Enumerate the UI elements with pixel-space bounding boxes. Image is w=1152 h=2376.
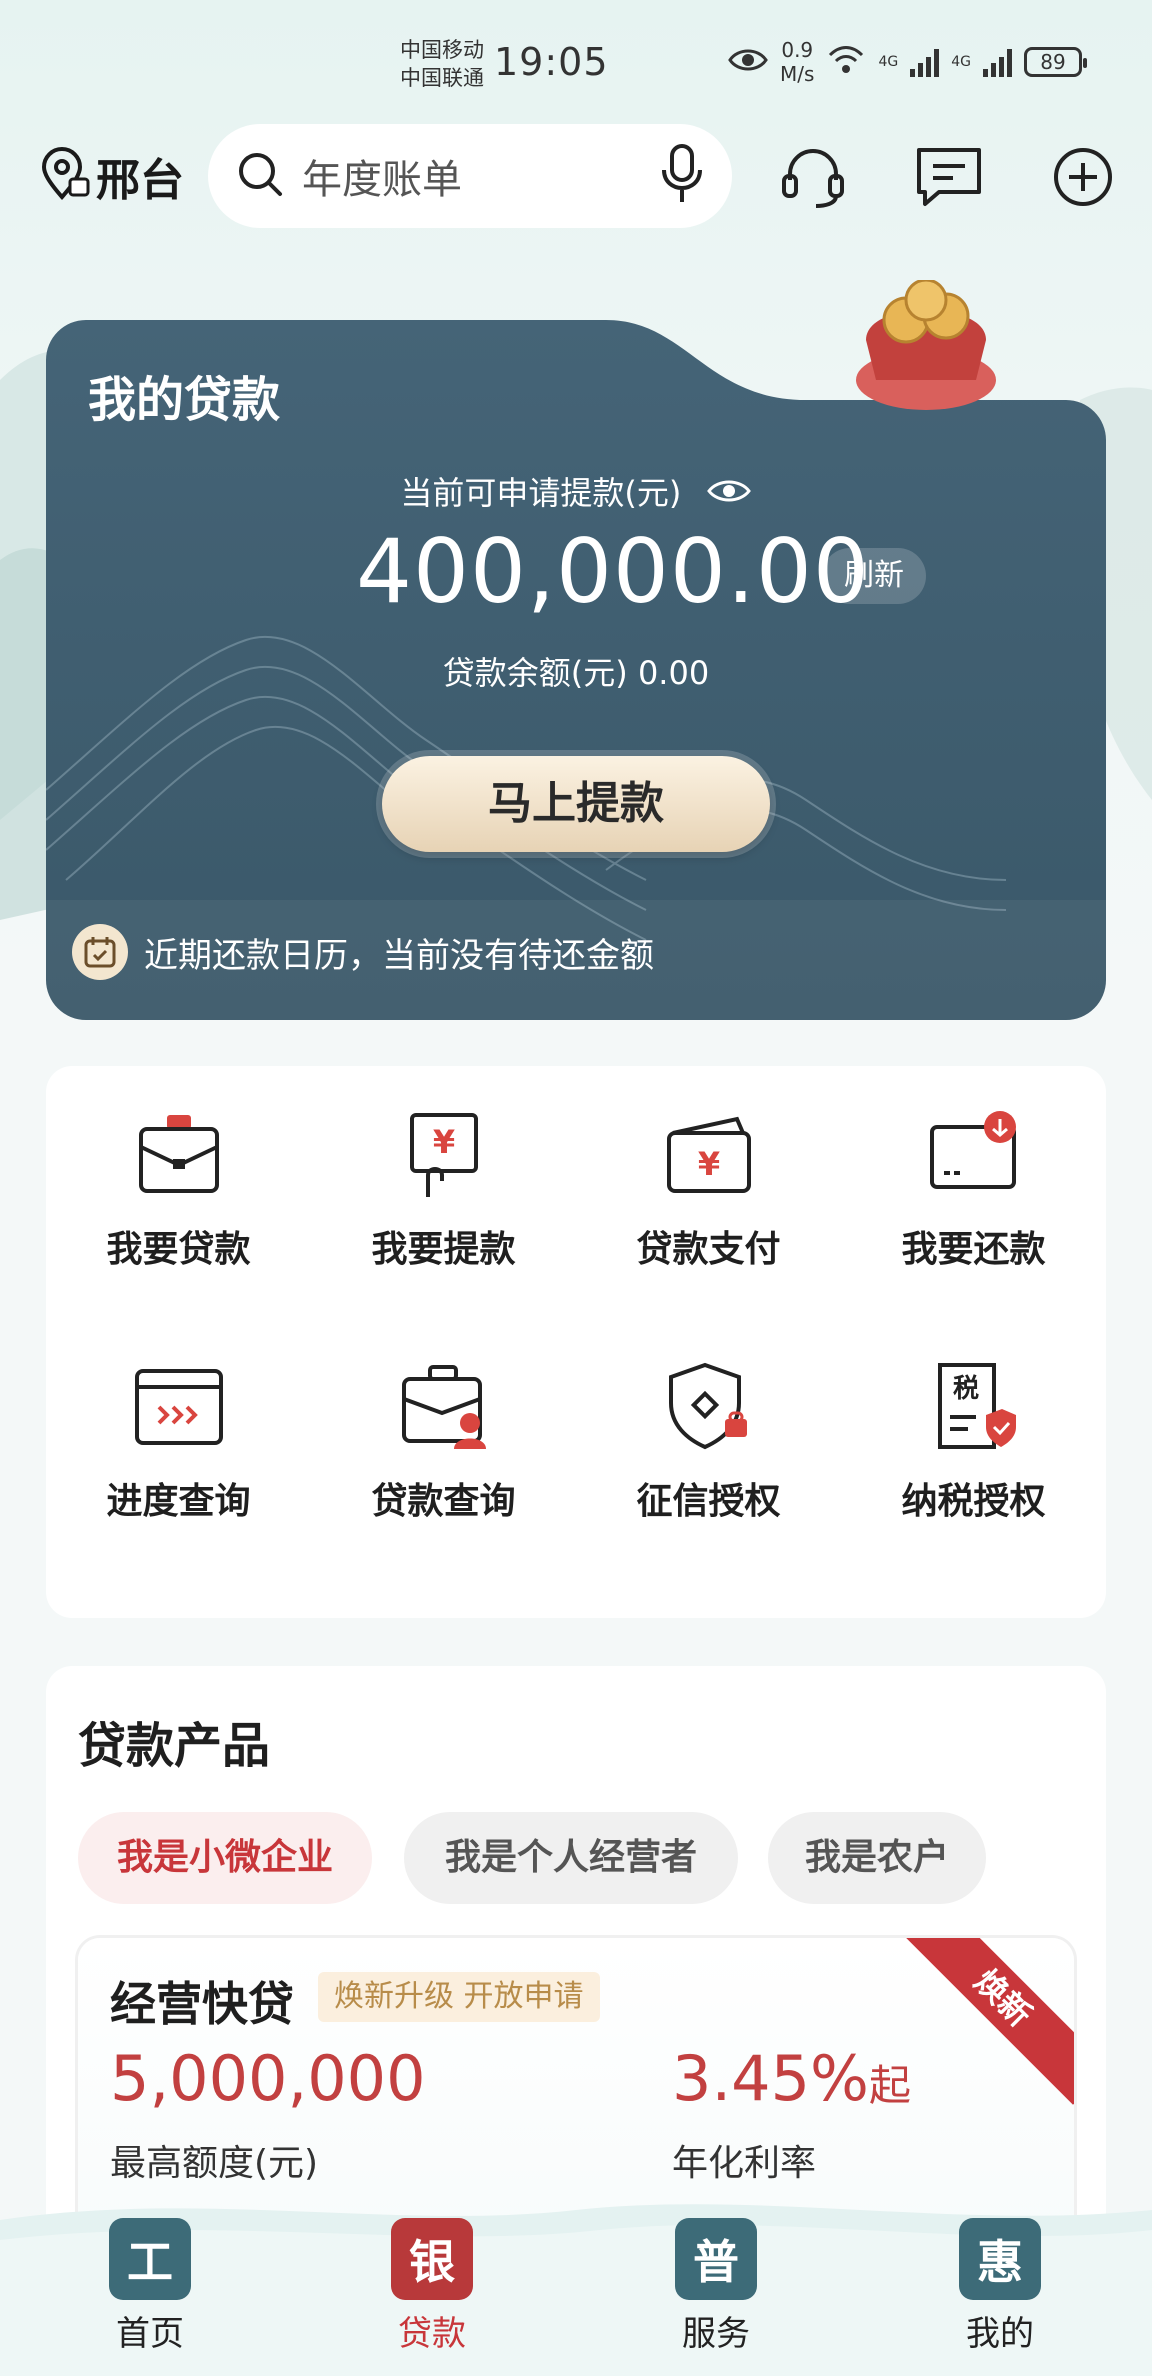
- service-label: 纳税授权: [901, 1481, 1046, 1522]
- svg-text:¥: ¥: [697, 1145, 719, 1183]
- service-label: 贷款查询: [371, 1481, 516, 1522]
- new-ribbon: 焕新: [896, 1938, 1074, 2105]
- max-amount-label: 最高额度(元): [110, 2143, 319, 2184]
- svg-text:税: 税: [952, 1374, 978, 1404]
- service-label: 贷款支付: [636, 1229, 781, 1270]
- product-name: 经营快贷: [110, 1977, 294, 2031]
- chip-farmer[interactable]: 我是农户: [768, 1812, 986, 1904]
- eye-toggle-icon[interactable]: [706, 476, 752, 514]
- wifi-icon: [826, 45, 866, 79]
- nav-mine-icon: 惠: [959, 2218, 1041, 2300]
- available-label: 当前可申请提款(元): [46, 468, 1106, 514]
- interest-rate-label: 年化利率: [672, 2143, 817, 2184]
- service-loan-query[interactable]: 贷款查询: [311, 1332, 576, 1532]
- nav-home-icon: 工: [109, 2218, 191, 2300]
- nav-label: 首页: [116, 2314, 184, 2354]
- loan-card-title: 我的贷款: [88, 372, 281, 428]
- search-input[interactable]: 年度账单: [302, 147, 660, 205]
- withdraw-now-button[interactable]: 马上提款: [382, 756, 770, 852]
- briefcase-icon: [124, 1100, 234, 1210]
- status-time: 19:05: [494, 40, 609, 84]
- eye-icon: [728, 46, 768, 78]
- loan-balance: 贷款余额(元) 0.00: [442, 654, 710, 692]
- calendar-icon: [72, 924, 128, 980]
- nav-service[interactable]: 普 服务: [636, 2218, 796, 2355]
- carrier-1: 中国移动: [400, 38, 484, 62]
- search-icon: [236, 150, 284, 202]
- nav-loan[interactable]: 银 贷款: [352, 2218, 512, 2355]
- service-loan-payment[interactable]: ¥ 贷款支付: [576, 1080, 841, 1280]
- service-label: 我要还款: [901, 1229, 1046, 1270]
- service-label: 我要提款: [371, 1229, 516, 1270]
- nav-label: 我的: [966, 2314, 1034, 2354]
- loan-query-icon: [389, 1352, 499, 1462]
- microphone-icon[interactable]: [660, 144, 704, 208]
- wallet-yen-icon: ¥: [654, 1100, 764, 1210]
- signal-1-icon: [910, 47, 940, 77]
- product-tag: 焕新升级 开放申请: [318, 1972, 600, 2022]
- max-amount: 5,000,000: [110, 2042, 426, 2115]
- service-progress[interactable]: 进度查询: [46, 1332, 311, 1532]
- service-label: 征信授权: [636, 1481, 781, 1522]
- add-icon[interactable]: [1048, 142, 1118, 212]
- chip-small-business[interactable]: 我是小微企业: [78, 1812, 372, 1904]
- products-title: 贷款产品: [78, 1718, 271, 1774]
- card-repay-icon: [919, 1100, 1029, 1210]
- credit-shield-icon: [654, 1352, 764, 1462]
- battery-icon: 89: [1024, 47, 1087, 77]
- search-bar[interactable]: 年度账单: [208, 124, 732, 228]
- service-label: 进度查询: [106, 1481, 251, 1522]
- bottom-navigation: 工 首页 银 贷款 普 服务 惠 我的: [0, 2190, 1152, 2376]
- location-selector[interactable]: 邢台: [38, 144, 184, 208]
- refresh-button[interactable]: 刷新: [822, 548, 926, 604]
- calendar-text: 近期还款日历，当前没有待还金额: [144, 935, 654, 976]
- status-bar: 中国移动 中国联通 19:05 0.9 M/s 4G 4G 89: [0, 0, 1152, 130]
- repayment-calendar-row[interactable]: 近期还款日历，当前没有待还金额: [72, 924, 654, 980]
- location-name: 邢台: [96, 155, 184, 206]
- progress-icon: [124, 1352, 234, 1462]
- status-indicators: 0.9 M/s 4G 4G 89: [728, 38, 1087, 86]
- service-repay[interactable]: 我要还款: [841, 1080, 1106, 1280]
- nav-loan-icon: 银: [391, 2218, 473, 2300]
- withdraw-yen-icon: ¥: [389, 1100, 499, 1210]
- service-credit-auth[interactable]: 征信授权: [576, 1332, 841, 1532]
- header-bar: 邢台 年度账单: [0, 120, 1152, 230]
- nav-home[interactable]: 工 首页: [70, 2218, 230, 2355]
- net-type-1: 4G: [878, 54, 899, 70]
- service-label: 我要贷款: [106, 1229, 251, 1270]
- service-grid: 我要贷款 ¥ 我要提款 ¥ 贷款支付 我要还款 进度查询 贷款查询 征信授权 税…: [46, 1066, 1106, 1618]
- available-amount: 400,000.00: [356, 520, 870, 623]
- nav-label: 贷款: [398, 2314, 466, 2354]
- carrier-2: 中国联通: [400, 66, 484, 90]
- interest-rate: 3.45%起: [672, 2042, 911, 2115]
- net-type-2: 4G: [951, 54, 971, 70]
- net-speed: 0.9 M/s: [780, 38, 815, 86]
- nav-mine[interactable]: 惠 我的: [920, 2218, 1080, 2355]
- tax-doc-icon: 税: [919, 1352, 1029, 1462]
- nav-label: 服务: [682, 2314, 750, 2354]
- customer-service-icon[interactable]: [778, 142, 848, 212]
- service-tax-auth[interactable]: 税 纳税授权: [841, 1332, 1106, 1532]
- nav-service-icon: 普: [675, 2218, 757, 2300]
- svg-text:¥: ¥: [432, 1123, 454, 1161]
- message-icon[interactable]: [914, 142, 984, 212]
- signal-2-icon: [983, 47, 1012, 77]
- chip-individual-operator[interactable]: 我是个人经营者: [404, 1812, 738, 1904]
- location-pin-icon: [38, 147, 92, 205]
- service-withdraw[interactable]: ¥ 我要提款: [311, 1080, 576, 1280]
- service-apply-loan[interactable]: 我要贷款: [46, 1080, 311, 1280]
- carrier-info: 中国移动 中国联通: [400, 36, 484, 92]
- lucky-bag-decoration: [856, 280, 996, 410]
- my-loan-card: 我的贷款 当前可申请提款(元) 400,000.00 刷新 贷款余额(元) 0.…: [46, 280, 1106, 1020]
